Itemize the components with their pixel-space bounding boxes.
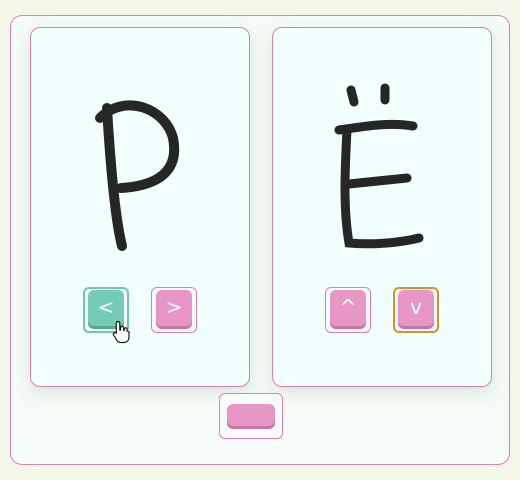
prev-button-face: < xyxy=(88,290,124,326)
prev-button[interactable]: < xyxy=(83,287,129,333)
up-button-face: ^ xyxy=(330,290,366,326)
down-button[interactable]: v xyxy=(393,287,439,333)
letter-yo-drawing xyxy=(334,83,424,249)
letter-glyph-right: Ё xyxy=(273,83,491,268)
letter-glyph-left: Р xyxy=(31,98,249,268)
up-button[interactable]: ^ xyxy=(325,287,371,333)
action-button[interactable] xyxy=(219,393,283,439)
next-button[interactable]: > xyxy=(151,287,197,333)
left-letter-card: Р < > xyxy=(30,27,250,387)
next-button-face: > xyxy=(156,290,192,326)
down-button-face: v xyxy=(398,290,434,326)
action-button-face xyxy=(227,404,275,426)
right-letter-card: Ё ^ v xyxy=(272,27,492,387)
letter-er-drawing xyxy=(95,100,180,251)
